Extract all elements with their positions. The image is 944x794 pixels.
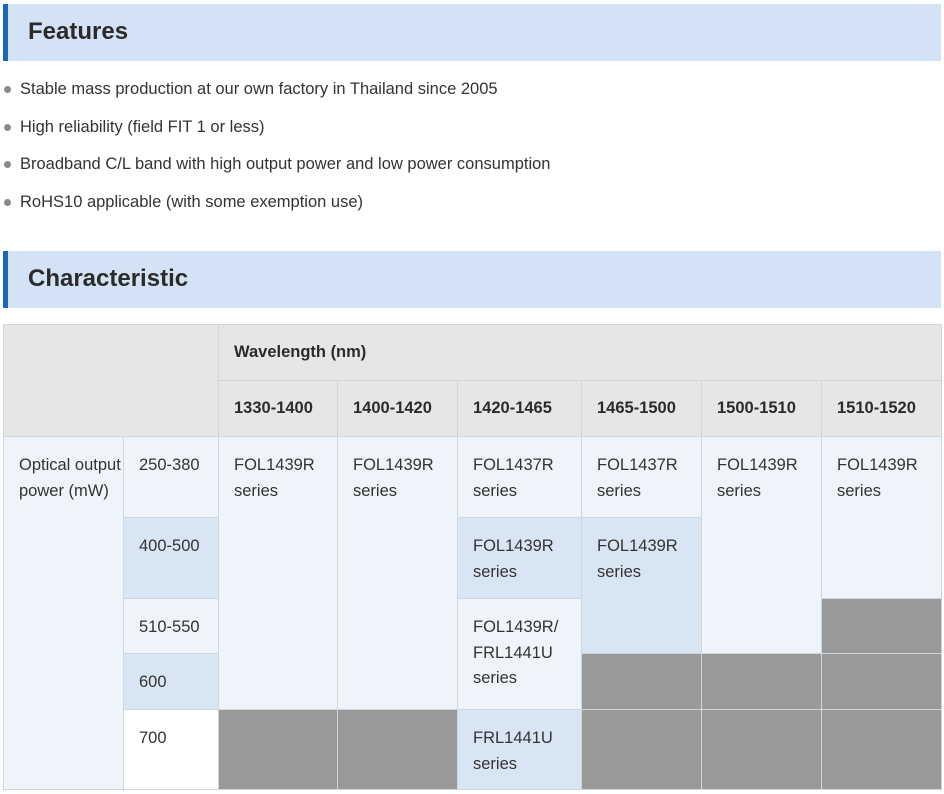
unavailable-cell [581, 653, 702, 710]
table-cell: FOL1439R series [701, 436, 822, 654]
column-header: 1400-1420 [337, 380, 458, 437]
unavailable-cell [701, 709, 822, 790]
characteristic-section-header: Characteristic [3, 251, 941, 308]
table-cell: FOL1439R series [218, 436, 338, 710]
table-cell: FOL1439R series [581, 517, 702, 654]
row-header: 600 [123, 653, 219, 710]
column-header: 1500-1510 [701, 380, 822, 437]
table-cell: FOL1439R/ FRL1441U series [457, 598, 582, 710]
characteristic-title: Characteristic [28, 265, 189, 292]
bullet-icon [4, 161, 11, 168]
row-header: 400-500 [123, 517, 219, 599]
row-header: 250-380 [123, 436, 219, 518]
bullet-icon [4, 198, 11, 206]
unavailable-cell [701, 653, 822, 710]
wavelength-header: Wavelength (nm) [218, 324, 942, 381]
feature-item: High reliability (field FIT 1 or less) [0, 112, 550, 150]
column-header: 1465-1500 [581, 380, 702, 437]
unavailable-cell [337, 709, 458, 790]
features-title: Features [28, 18, 129, 45]
table-cell: FOL1437R series [457, 436, 582, 518]
feature-item: RoHS10 applicable (with some exemption u… [0, 187, 550, 225]
row-header: 510-550 [123, 598, 219, 654]
row-header: 700 [123, 709, 219, 790]
bullet-icon [4, 123, 11, 131]
column-header: 1420-1465 [457, 380, 582, 437]
unavailable-cell [821, 653, 942, 710]
column-header: 1510-1520 [821, 380, 942, 437]
unavailable-cell [821, 598, 942, 654]
table-cell: FOL1437R series [581, 436, 702, 518]
table-cell: FOL1439R series [337, 436, 458, 710]
features-list: Stable mass production at our own factor… [0, 74, 550, 224]
optical-power-label: Optical output power (mW) [3, 436, 124, 790]
table-corner-cell [3, 324, 219, 437]
unavailable-cell [821, 709, 942, 790]
feature-item: Broadband C/L band with high output powe… [0, 149, 550, 187]
unavailable-cell [581, 709, 702, 790]
column-header: 1330-1400 [218, 380, 338, 437]
table-cell: FOL1439R series [821, 436, 942, 599]
feature-item: Stable mass production at our own factor… [0, 74, 550, 112]
table-cell: FOL1439R series [457, 517, 582, 599]
bullet-icon [4, 86, 11, 93]
unavailable-cell [218, 709, 338, 790]
table-cell: FRL1441U series [457, 709, 582, 790]
features-section-header: Features [3, 4, 941, 61]
characteristic-table: Wavelength (nm) 1330-1400 1400-1420 1420… [3, 324, 942, 790]
